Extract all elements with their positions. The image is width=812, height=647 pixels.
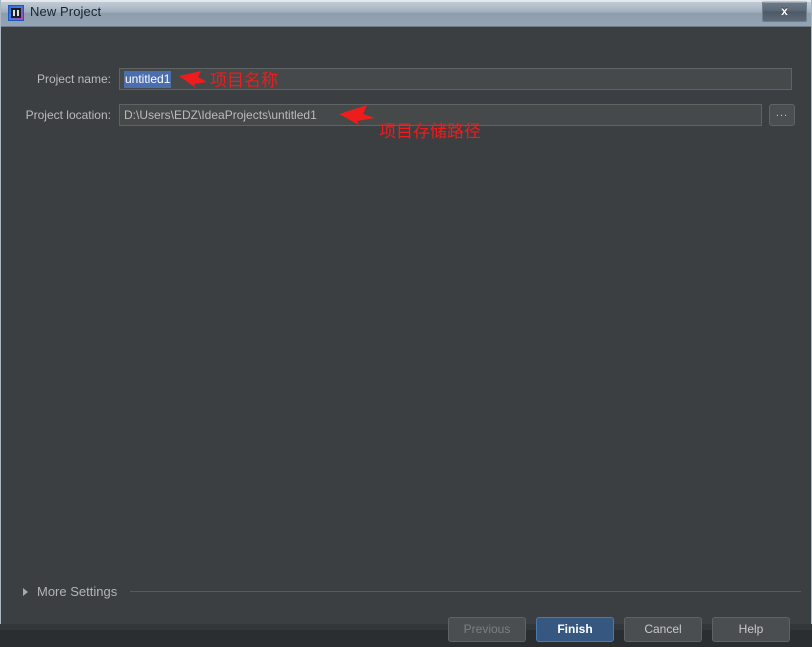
dialog-body: Project name: untitled1 Project location… [1, 27, 812, 642]
window-title: New Project [30, 4, 102, 19]
close-icon[interactable]: x [762, 1, 807, 22]
more-settings-label[interactable]: More Settings [37, 584, 117, 599]
dialog-titlebar[interactable]: New Project x [1, 0, 811, 27]
annotation-arrow-left-icon [179, 71, 207, 88]
annotation-project-name-text: 项目名称 [210, 71, 278, 91]
project-name-value: untitled1 [124, 71, 172, 88]
annotation-arrow-left-icon [339, 105, 375, 125]
section-divider [130, 591, 801, 592]
new-project-dialog: New Project x Project name: untitled1 Pr… [0, 0, 812, 642]
annotation-project-location-text: 项目存储路径 [379, 122, 481, 142]
browse-folder-button[interactable]: ... [769, 104, 795, 126]
more-settings-section[interactable]: More Settings [1, 579, 812, 603]
project-name-label: Project name: [36, 72, 111, 86]
project-location-value: D:\Users\EDZ\IdeaProjects\untitled1 [124, 108, 317, 122]
chevron-right-icon[interactable] [23, 588, 28, 596]
intellij-idea-icon [8, 5, 24, 21]
project-location-label: Project location: [25, 108, 111, 122]
dialog-button-bar: Previous Finish Cancel Help [1, 613, 812, 647]
